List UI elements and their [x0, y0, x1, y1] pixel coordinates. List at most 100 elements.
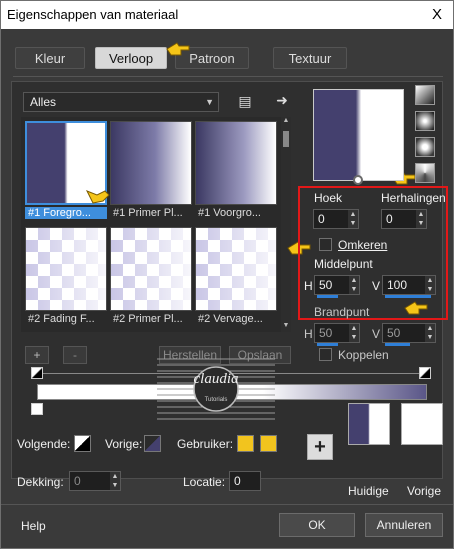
gradient-item[interactable]: #1 Voorgro...: [195, 121, 277, 221]
gradient-label: #2 Primer Pl...: [113, 313, 183, 325]
spinner-arrows-icon[interactable]: ▲ ▼: [416, 210, 426, 228]
user-color-swatch[interactable]: [237, 435, 254, 452]
gradient-label: #1 Voorgro...: [198, 207, 261, 219]
radial-gradient-icon[interactable]: [415, 111, 435, 131]
arrow-right-icon[interactable]: ➜: [273, 91, 291, 109]
gradient-item[interactable]: #1 Foregro...: [25, 121, 107, 221]
focal-label: Brandpunt: [314, 305, 370, 319]
gradient-item[interactable]: #1 Primer Pl...: [110, 121, 192, 221]
scroll-thumb[interactable]: [283, 131, 289, 147]
tab-bar: Kleur Verloop Patroon Textuur: [1, 47, 453, 71]
remove-stop-button[interactable]: -: [63, 346, 87, 364]
center-point-handle[interactable]: [353, 175, 363, 185]
spinner-arrows-icon[interactable]: ▲ ▼: [348, 210, 358, 228]
invert-checkbox[interactable]: [319, 238, 332, 251]
angle-value: 0: [318, 212, 325, 226]
color-stop-left[interactable]: [31, 403, 43, 415]
svg-text:claudia: claudia: [194, 371, 239, 387]
center-v-slider[interactable]: [385, 295, 431, 298]
scroll-up-icon[interactable]: ▲: [281, 117, 291, 127]
gradient-preview[interactable]: [313, 89, 404, 181]
center-v-spinner[interactable]: 100 ▲ ▼: [382, 275, 436, 298]
focal-v-spinner[interactable]: 50 ▲ ▼: [382, 323, 436, 346]
pointer-hand-icon: [166, 42, 190, 56]
gradient-thumb: [110, 227, 192, 311]
ok-button[interactable]: OK: [279, 513, 355, 537]
current-label: Huidige: [348, 484, 389, 498]
next-stop-swatch[interactable]: [74, 435, 91, 452]
library-icon[interactable]: ▤: [236, 92, 254, 110]
gradient-label: #2 Fading F...: [28, 313, 95, 325]
focal-h-slider[interactable]: [317, 343, 338, 346]
tab-textuur[interactable]: Textuur: [273, 47, 347, 69]
gradient-thumb: [110, 121, 192, 205]
link-checkbox[interactable]: [319, 348, 332, 361]
previous-material-preview[interactable]: [401, 403, 443, 445]
gradient-thumb: [195, 121, 277, 205]
center-v-label: V: [372, 279, 381, 293]
scroll-down-icon[interactable]: ▼: [281, 322, 291, 332]
prev-stop-swatch[interactable]: [144, 435, 161, 452]
location-value: 0: [234, 474, 241, 488]
gradient-item[interactable]: #2 Primer Pl...: [110, 227, 192, 327]
chevron-down-icon: ▼: [205, 97, 214, 107]
repeats-label: Herhalingen: [381, 191, 446, 205]
add-stop-button[interactable]: +: [25, 346, 49, 364]
gradient-thumb: [25, 227, 107, 311]
focal-v-label: V: [372, 327, 381, 341]
materials-dialog: Eigenschappen van materiaal X Kleur Verl…: [0, 0, 454, 549]
focal-h-label: H: [304, 327, 313, 341]
rectangular-gradient-icon[interactable]: [415, 137, 435, 157]
cancel-button[interactable]: Annuleren: [365, 513, 443, 537]
invert-label[interactable]: Omkeren: [338, 238, 387, 252]
category-select[interactable]: Alles ▼: [23, 92, 219, 112]
focal-v-value: 50: [387, 326, 401, 340]
focal-v-slider[interactable]: [385, 343, 410, 346]
gradient-label: #1 Foregro...: [25, 207, 107, 219]
linear-gradient-icon[interactable]: [415, 85, 435, 105]
add-swatch-icon[interactable]: +: [307, 434, 333, 460]
tab-divider: [13, 76, 443, 77]
focal-h-spinner[interactable]: 50 ▲ ▼: [314, 323, 360, 346]
angle-label: Hoek: [314, 191, 343, 205]
prev-stop-label: Vorige:: [105, 437, 143, 451]
spinner-arrows-icon[interactable]: ▲ ▼: [425, 324, 435, 342]
help-link[interactable]: Help: [21, 519, 46, 533]
current-material-preview[interactable]: [348, 403, 390, 445]
opacity-spinner[interactable]: 0 ▲ ▼: [69, 471, 121, 491]
gradient-item[interactable]: #2 Vervage...: [195, 227, 277, 327]
focal-h-value: 50: [319, 326, 333, 340]
settings-highlight: [298, 186, 448, 320]
location-field[interactable]: 0: [229, 471, 261, 491]
gradient-item[interactable]: #2 Fading F...: [25, 227, 107, 327]
opacity-stop-left[interactable]: [31, 367, 43, 379]
centerpoint-label: Middelpunt: [314, 257, 373, 271]
center-h-value: 50: [319, 278, 333, 292]
center-h-label: H: [304, 279, 313, 293]
gradient-label: #2 Vervage...: [198, 313, 263, 325]
sunburst-gradient-icon[interactable]: [415, 163, 435, 183]
repeats-value: 0: [386, 212, 393, 226]
opacity-label: Dekking:: [17, 475, 64, 489]
spinner-arrows-icon[interactable]: ▲ ▼: [349, 276, 359, 294]
close-icon[interactable]: X: [427, 5, 447, 25]
next-stop-label: Volgende:: [17, 437, 71, 451]
gradient-library: #1 Foregro... #1 Primer Pl... #1 Voorgro…: [21, 117, 281, 332]
spinner-arrows-icon[interactable]: ▲ ▼: [110, 472, 120, 490]
angle-spinner[interactable]: 0 ▲ ▼: [313, 209, 359, 229]
tab-kleur[interactable]: Kleur: [15, 47, 85, 69]
tab-verloop[interactable]: Verloop: [95, 47, 167, 69]
center-h-spinner[interactable]: 50 ▲ ▼: [314, 275, 360, 298]
repeats-spinner[interactable]: 0 ▲ ▼: [381, 209, 427, 229]
center-h-slider[interactable]: [317, 295, 338, 298]
library-scrollbar[interactable]: ▲ ▼: [281, 117, 291, 332]
opacity-stop-right[interactable]: [419, 367, 431, 379]
location-label: Locatie:: [183, 475, 226, 489]
opacity-value: 0: [74, 474, 81, 488]
user-color-swatch-alt[interactable]: [260, 435, 277, 452]
pointer-hand-icon: [85, 190, 110, 204]
spinner-arrows-icon[interactable]: ▲ ▼: [349, 324, 359, 342]
previous-label: Vorige: [407, 484, 442, 498]
link-label[interactable]: Koppelen: [338, 348, 389, 362]
spinner-arrows-icon[interactable]: ▲ ▼: [425, 276, 435, 294]
